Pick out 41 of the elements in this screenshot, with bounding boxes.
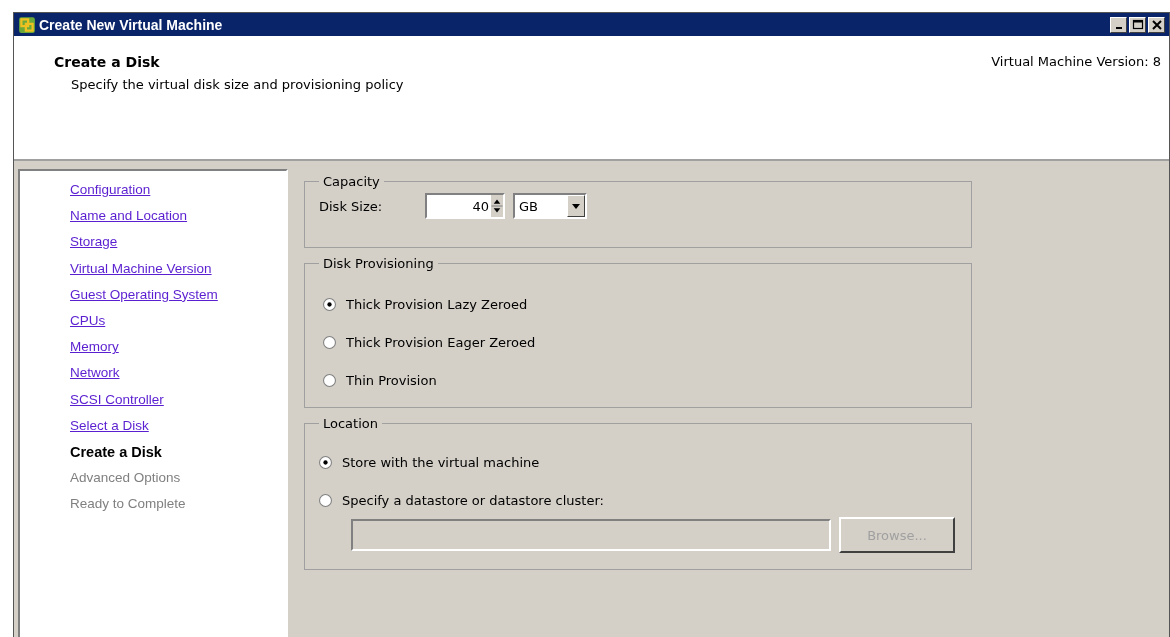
disk-size-spinner[interactable]: 40 (425, 193, 505, 219)
maximize-button[interactable] (1129, 16, 1146, 33)
radio-button[interactable] (323, 373, 336, 387)
dropdown-arrow-icon (571, 201, 581, 211)
close-button[interactable] (1148, 16, 1165, 33)
step-link[interactable]: Configuration (70, 177, 151, 204)
step-link: Advanced Options (70, 469, 181, 488)
group-title: Disk Provisioning (322, 256, 435, 271)
step-link[interactable]: Select a Disk (70, 412, 149, 440)
step-link[interactable]: SCSI Controller (70, 386, 164, 413)
radio-label: Specify a datastore or datastore cluster: (342, 492, 604, 508)
unit-dropdown[interactable]: GB (513, 193, 587, 219)
step-link[interactable]: Network (70, 360, 120, 387)
radio-label: Store with the virtual machine (342, 454, 540, 470)
radio-button[interactable] (323, 297, 336, 311)
radio-label: Thick Provision Lazy Zeroed (346, 296, 528, 312)
step-link: Ready to Complete (70, 495, 186, 514)
field-label: Disk Size: (319, 198, 384, 214)
step-link[interactable]: Name and Location (70, 203, 188, 230)
radio-label: Thick Provision Eager Zeroed (346, 334, 536, 350)
minimize-button[interactable] (1110, 16, 1127, 33)
step-link[interactable]: Storage (70, 229, 118, 256)
radio-button[interactable] (319, 455, 332, 469)
radio-button[interactable] (323, 335, 336, 349)
step-link[interactable]: Memory (70, 334, 119, 361)
page-title: Create a Disk (54, 54, 161, 70)
step-link[interactable]: Virtual Machine Version (70, 255, 212, 282)
version-label: Virtual Machine Version: 8 (991, 54, 1161, 71)
minimize-icon (1115, 26, 1122, 29)
maximize-icon (1131, 18, 1144, 31)
step-link[interactable]: CPUs (70, 308, 106, 335)
radio-label: Thin Provision (346, 372, 437, 388)
group-title: Capacity (322, 174, 381, 189)
page-subtitle: Specify the virtual disk size and provisioning policy (71, 77, 404, 92)
step-link[interactable]: Guest Operating System (70, 281, 218, 308)
group-title: Location (322, 416, 379, 431)
close-icon (1150, 18, 1163, 31)
step-link[interactable]: Create a Disk (70, 439, 162, 466)
window-title: Create New Virtual Machine (39, 16, 223, 33)
radio-button[interactable] (319, 493, 332, 507)
app-icon (18, 15, 36, 34)
